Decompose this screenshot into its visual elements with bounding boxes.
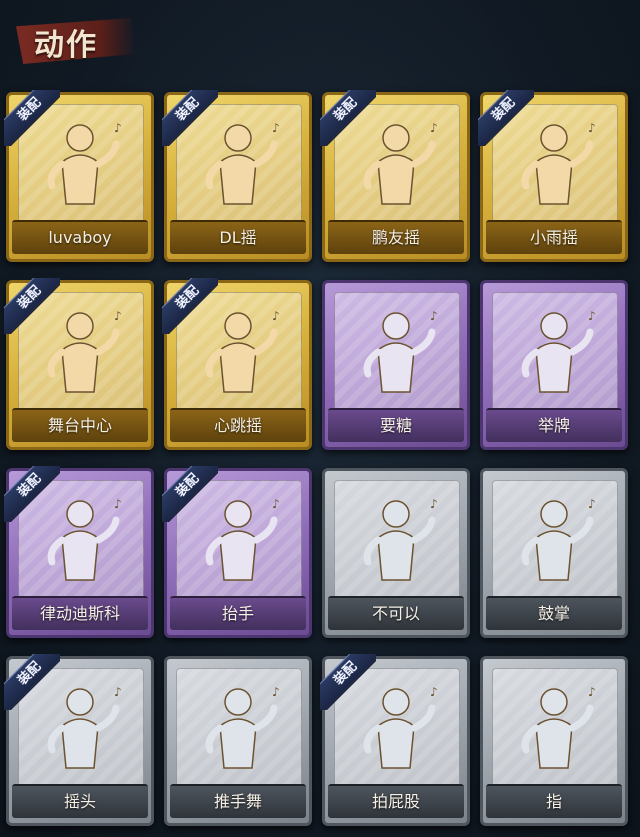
svg-text:♪: ♪ [430,497,438,511]
equipped-badge: 装配 [4,278,60,334]
emote-card[interactable]: ♪ 律动迪斯科 装配 [4,466,154,638]
svg-text:♪: ♪ [588,309,596,323]
card-label: 舞台中心 [47,416,112,435]
equipped-label: 装配 [162,466,218,522]
equipped-label: 装配 [162,278,218,334]
svg-text:♪: ♪ [272,497,280,511]
equipped-label: 装配 [162,90,218,146]
svg-text:♪: ♪ [588,685,596,699]
emote-card[interactable]: ♪ 指 [480,656,628,826]
svg-text:♪: ♪ [272,121,280,135]
equipped-label: 装配 [4,90,60,146]
card-label: 举牌 [537,416,570,435]
card-label: 鼓掌 [537,604,570,623]
equipped-label: 装配 [320,90,376,146]
equipped-badge: 装配 [162,466,218,522]
emote-card[interactable]: ♪ luvaboy 装配 [4,90,154,262]
equipped-label: 装配 [4,654,60,710]
svg-text:♪: ♪ [430,121,438,135]
equipped-badge: 装配 [478,90,534,146]
hold-sign-icon: ♪ [521,309,596,393]
card-label: 要糖 [379,416,412,435]
finger-wag-icon: ♪ [363,497,438,581]
emote-card[interactable]: ♪ 要糖 [322,280,470,450]
clap-icon: ♪ [521,497,596,581]
push-hands-icon: ♪ [205,685,280,769]
equipped-label: 装配 [320,654,376,710]
page-title: 动作 [34,28,98,63]
emote-card[interactable]: ♪ 心跳摇 装配 [162,278,312,450]
card-label: 不可以 [371,604,420,623]
card-label: DL摇 [219,228,257,247]
emote-card[interactable]: ♪ 不可以 [322,468,470,638]
svg-text:♪: ♪ [588,121,596,135]
equipped-badge: 装配 [4,466,60,522]
equipped-label: 装配 [478,90,534,146]
emote-card[interactable]: ♪ 拍屁股 装配 [320,654,470,826]
equipped-badge: 装配 [320,90,376,146]
emote-card[interactable]: ♪ 小雨摇 装配 [478,90,628,262]
emote-card[interactable]: ♪ 举牌 [480,280,628,450]
svg-text:♪: ♪ [272,685,280,699]
card-label: 摇头 [63,792,96,811]
card-label: 推手舞 [213,792,262,811]
card-label: 小雨摇 [529,228,578,247]
equipped-label: 装配 [4,466,60,522]
card-label: 指 [545,792,562,811]
equipped-badge: 装配 [162,90,218,146]
emote-card[interactable]: ♪ 舞台中心 装配 [4,278,154,450]
svg-text:♪: ♪ [588,497,596,511]
svg-text:♪: ♪ [272,309,280,323]
card-label: 拍屁股 [371,792,420,811]
emote-card[interactable]: ♪ DL摇 装配 [162,90,312,262]
svg-text:♪: ♪ [114,685,122,699]
card-label: luvaboy [48,228,112,247]
svg-text:♪: ♪ [114,121,122,135]
equipped-badge: 装配 [4,654,60,710]
svg-text:♪: ♪ [114,497,122,511]
svg-text:♪: ♪ [114,309,122,323]
emote-grid: ♪ luvaboy 装配 ♪ DL摇 装配 ♪ 鹏友摇 装配 ♪ 小雨摇 装配 ♪ 舞台中心 装配 ♪ 心跳摇装… [0,86,640,837]
emote-card[interactable]: ♪ 抬手 装配 [162,466,312,638]
card-label: 抬手 [221,604,254,623]
card-label: 心跳摇 [213,416,262,435]
svg-text:♪: ♪ [430,685,438,699]
reach-out-icon: ♪ [363,309,438,393]
svg-text:♪: ♪ [430,309,438,323]
header: 动作 [0,0,640,80]
emote-card[interactable]: ♪ 摇头 装配 [4,654,154,826]
card-label: 律动迪斯科 [39,604,120,623]
equipped-badge: 装配 [162,278,218,334]
equipped-badge: 装配 [320,654,376,710]
emote-card[interactable]: ♪ 推手舞 [164,656,312,826]
emote-card[interactable]: ♪ 鼓掌 [480,468,628,638]
point-hand-icon: ♪ [521,685,596,769]
equipped-label: 装配 [4,278,60,334]
card-label: 鹏友摇 [371,228,420,247]
emote-card[interactable]: ♪ 鹏友摇 装配 [320,90,470,262]
equipped-badge: 装配 [4,90,60,146]
